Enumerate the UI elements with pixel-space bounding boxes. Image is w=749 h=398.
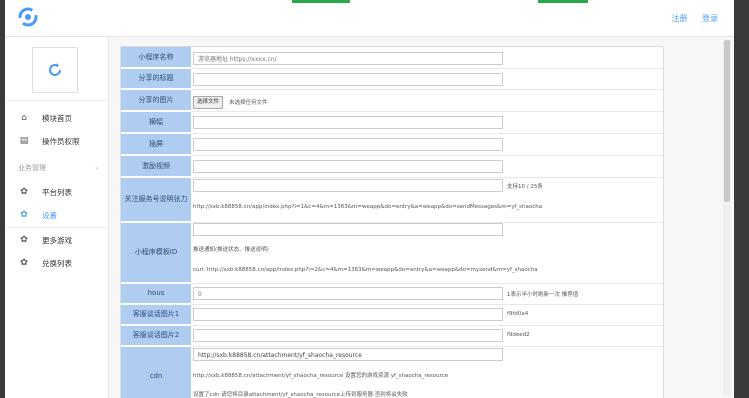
browser-frame: 注册 登录 ⌂ 模块首页 ▤ 操作员权限 业务管理 ⌄ ✿ 平台列表 ✿ 设置 … — [5, 0, 734, 398]
service-image-2-hint: f9deed2 — [507, 332, 530, 338]
hous-hint: 1表示半小时刷新一次 推荐值 — [507, 292, 579, 298]
section-label: 业务管理 — [18, 164, 46, 172]
sidebar-item-label: 设置 — [42, 210, 57, 220]
service-image-1-input[interactable] — [193, 308, 503, 321]
field-label-share-title: 分享的标题 — [121, 69, 191, 89]
choose-file-button[interactable]: 选择文件 — [193, 96, 224, 109]
scrollbar-thumb[interactable] — [724, 40, 730, 202]
refresh-icon — [49, 63, 61, 76]
scrollbar[interactable] — [723, 40, 731, 396]
template-id-hint: 推送通知(推送状态、推送说明) — [193, 247, 269, 253]
reward-video-input[interactable] — [193, 160, 503, 173]
field-label-service-image-1: 客服谈话图片1 — [121, 305, 191, 325]
cdn-input[interactable]: http://sxb.k88858.cn/attachment/yf_shaoc… — [193, 348, 503, 361]
sidebar-item-label: 模块首页 — [42, 113, 72, 123]
row-divider — [191, 177, 663, 178]
field-label-share-image: 分享的图片 — [121, 90, 191, 111]
template-id-input[interactable] — [193, 223, 503, 236]
sidebar-divider — [5, 100, 108, 101]
follow-service-input[interactable] — [193, 179, 503, 192]
cdn-warning: 设置了cdn 请您将目录attachment/yf_shaocha_resour… — [193, 392, 408, 398]
row-divider — [191, 283, 663, 284]
row-divider — [191, 133, 663, 134]
sidebar-item-label: 兑换列表 — [42, 258, 72, 268]
document-icon: ▤ — [19, 136, 29, 146]
gear-icon: ✿ — [20, 235, 28, 245]
field-label-app-name: 小程序名称 — [121, 47, 191, 68]
service-image-2-input[interactable] — [193, 329, 503, 342]
row-divider — [191, 89, 663, 90]
logo-icon[interactable] — [17, 6, 39, 28]
sidebar-item-more-games[interactable]: ✿ 更多游戏 — [5, 229, 108, 251]
row-divider — [191, 155, 663, 156]
sidebar-item-label: 操作员权限 — [42, 136, 80, 146]
register-link[interactable]: 注册 — [671, 14, 687, 23]
sidebar-divider — [5, 227, 108, 228]
template-id-url: curl: http://sxb.k88858.cn/app/index.php… — [193, 267, 538, 273]
field-label-banner: 横幅 — [121, 112, 191, 133]
gear-icon: ✿ — [20, 258, 28, 268]
service-image-1-hint: f9fd0a4 — [507, 311, 529, 317]
field-label-reward-video: 激励视频 — [121, 156, 191, 177]
field-label-service-image-2: 客服谈话图片2 — [121, 326, 191, 346]
gear-icon: ✿ — [20, 187, 28, 197]
follow-service-hint: 支持10 / 25条 — [507, 184, 543, 190]
settings-form: 小程序名称 游览器地址 https://xxxx.cn/ 分享的标题 分享的图片… — [120, 46, 664, 398]
field-label-template-id: 小程序模板ID — [121, 223, 191, 283]
field-label-cdn: cdn — [121, 347, 191, 398]
sidebar-item-exchange-list[interactable]: ✿ 兑换列表 — [5, 252, 108, 274]
interstitial-input[interactable] — [193, 138, 503, 151]
field-label-interstitial: 插屏 — [121, 134, 191, 155]
top-accent-bar-right — [538, 0, 588, 3]
cdn-hint: http://sxb.k88858.cn/attachment/yf_shaoc… — [193, 373, 449, 379]
field-label-follow-service: 关注服务号说明张力 — [121, 178, 191, 222]
sidebar-item-label: 平台列表 — [42, 187, 72, 197]
sidebar-item-platform-list[interactable]: ✿ 平台列表 — [5, 181, 108, 203]
row-divider — [191, 325, 663, 326]
chevron-down-icon: ⌄ — [94, 163, 100, 171]
sidebar-section-title[interactable]: 业务管理 ⌄ — [18, 163, 100, 173]
row-divider — [191, 68, 663, 69]
banner-input[interactable] — [193, 116, 503, 129]
row-divider — [191, 304, 663, 305]
file-status: 未选择任何文件 — [229, 100, 268, 106]
share-title-input[interactable] — [193, 73, 503, 86]
sidebar-item-settings[interactable]: ✿ 设置 — [5, 204, 108, 226]
top-accent-bar-left — [292, 0, 350, 3]
sidebar-item-module-home[interactable]: ⌂ 模块首页 — [5, 107, 108, 129]
hous-input[interactable]: 0 — [193, 287, 503, 300]
top-links: 注册 登录 — [659, 13, 718, 24]
sidebar-item-label: 更多游戏 — [42, 235, 72, 245]
app-avatar[interactable] — [32, 47, 78, 93]
app-name-input[interactable]: 游览器地址 https://xxxx.cn/ — [193, 52, 503, 65]
home-icon: ⌂ — [21, 113, 27, 123]
follow-service-url: http://sxb.k88858.cn/app/index.php?i=1&c… — [193, 204, 543, 210]
row-divider — [191, 346, 663, 347]
login-link[interactable]: 登录 — [702, 14, 718, 23]
field-label-hous: hous — [121, 284, 191, 304]
gear-icon: ✿ — [20, 210, 28, 220]
row-divider — [191, 111, 663, 112]
sidebar: ⌂ 模块首页 ▤ 操作员权限 业务管理 ⌄ ✿ 平台列表 ✿ 设置 ✿ 更多游戏… — [5, 37, 109, 398]
sidebar-item-operator-permissions[interactable]: ▤ 操作员权限 — [5, 130, 108, 152]
top-bar: 注册 登录 — [5, 0, 734, 37]
